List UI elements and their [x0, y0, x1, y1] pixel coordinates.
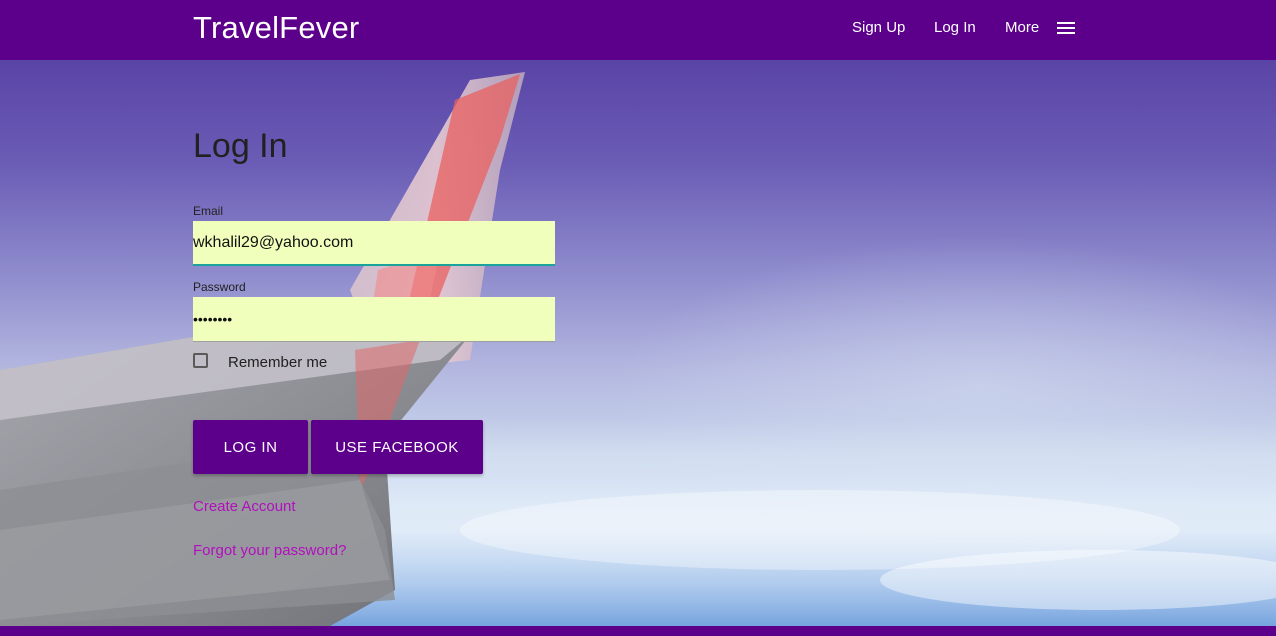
hamburger-menu-icon[interactable] [1057, 21, 1075, 35]
nav-more-link[interactable]: More [1005, 19, 1039, 37]
footer-bar [0, 626, 1276, 636]
remember-me-checkbox[interactable] [193, 353, 208, 368]
create-account-link[interactable]: Create Account [193, 498, 296, 516]
password-field[interactable] [193, 297, 555, 342]
login-page: TravelFever Sign Up Log In More Log In E… [0, 0, 1276, 636]
password-label: Password [193, 280, 246, 294]
login-form: Log In Email Password Remember me Log In… [0, 0, 1276, 636]
forgot-password-link[interactable]: Forgot your password? [193, 542, 346, 560]
remember-me-label[interactable]: Remember me [228, 354, 327, 372]
page-title: Log In [193, 127, 288, 165]
nav-log-in-link[interactable]: Log In [934, 19, 976, 37]
brand-logo[interactable]: TravelFever [193, 10, 359, 46]
use-facebook-button[interactable]: Use Facebook [311, 420, 483, 474]
email-field[interactable] [193, 221, 555, 266]
log-in-button[interactable]: Log In [193, 420, 308, 474]
nav-sign-up-link[interactable]: Sign Up [852, 19, 905, 37]
email-label: Email [193, 204, 224, 218]
top-navbar: TravelFever Sign Up Log In More [0, 0, 1276, 60]
